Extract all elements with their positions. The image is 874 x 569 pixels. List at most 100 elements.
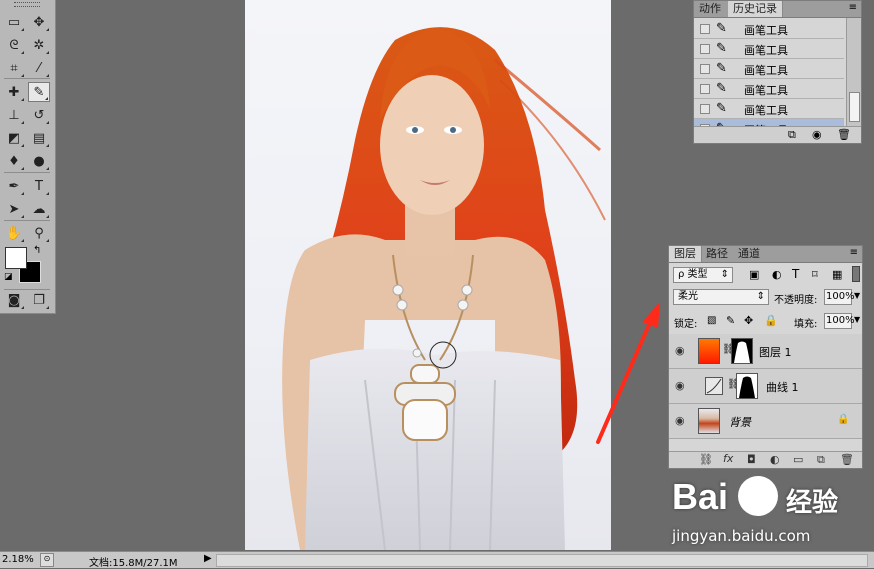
pixel-filter-icon[interactable]: ▣	[749, 268, 759, 281]
history-item-label: 画笔工具	[744, 44, 788, 57]
layer-mask-thumbnail[interactable]	[736, 373, 758, 399]
curves-adjustment-icon	[705, 377, 723, 395]
swap-colors-icon[interactable]: ↰	[33, 245, 41, 256]
shape-filter-icon[interactable]: ⌑	[812, 268, 818, 281]
tab-history[interactable]: 历史记录	[728, 1, 783, 17]
history-source-checkbox[interactable]	[700, 64, 710, 74]
blend-mode-select[interactable]: 柔光 ⇕	[673, 289, 769, 305]
panel-grip[interactable]	[14, 2, 40, 7]
tools-panel: ▭ ✥ ᘓ ✲ ⌗ ⁄ ✚ ✎ ⊥ ↺ ◩ ▤ ♦ ● ✒ T ➤ ☁ ✋ ⚲ …	[0, 0, 56, 314]
lasso-icon[interactable]: ᘓ	[3, 35, 25, 55]
gradient-icon[interactable]: ▤	[28, 128, 50, 148]
history-source-checkbox[interactable]	[700, 84, 710, 94]
scroll-thumb[interactable]	[849, 92, 860, 122]
history-item[interactable]: ✎ 画笔工具	[694, 19, 844, 39]
hand-icon[interactable]: ✋	[3, 223, 25, 243]
tab-layers[interactable]: 图层	[669, 246, 702, 262]
layer-name[interactable]: 图层 1	[759, 344, 792, 360]
chevron-down-icon: ⇕	[756, 291, 765, 302]
adjustment-layer-icon[interactable]: ◐	[770, 453, 780, 466]
quick-mask-icon[interactable]: ◙	[3, 290, 25, 310]
move-icon[interactable]: ✥	[28, 12, 50, 32]
crop-icon[interactable]: ⌗	[3, 58, 25, 78]
panel-menu-icon[interactable]: ≡	[850, 247, 858, 258]
type-icon[interactable]: T	[28, 176, 50, 196]
eyedropper-icon[interactable]: ⁄	[28, 58, 50, 78]
history-item[interactable]: ✎ 画笔工具	[694, 39, 844, 59]
fill-input[interactable]: 100%	[824, 313, 855, 329]
layer-row-layer1[interactable]: ◉ ⛓ 图层 1	[669, 334, 862, 369]
folder-icon[interactable]: ▭	[793, 453, 803, 466]
horizontal-scrollbar[interactable]	[216, 554, 868, 567]
history-item[interactable]: ✎ 画笔工具	[694, 99, 844, 119]
document-canvas[interactable]	[245, 0, 611, 550]
eye-icon[interactable]: ◉	[675, 344, 685, 357]
tab-channels[interactable]: 通道	[733, 246, 765, 262]
filter-toggle[interactable]	[852, 266, 860, 282]
foreground-color-swatch[interactable]	[5, 247, 27, 269]
add-mask-icon[interactable]: ◘	[747, 453, 756, 466]
pen-icon[interactable]: ✒	[3, 176, 25, 196]
tab-paths[interactable]: 路径	[701, 246, 733, 262]
snapshot-icon[interactable]: ◉	[812, 128, 822, 141]
paw-logo-icon	[738, 476, 778, 516]
history-item-label: 画笔工具	[744, 64, 788, 77]
smart-filter-icon[interactable]: ▦	[832, 268, 842, 281]
layer-name[interactable]: 曲线 1	[766, 379, 799, 395]
shape-icon[interactable]: ☁	[28, 199, 50, 219]
history-item-label: 画笔工具	[744, 104, 788, 117]
tab-actions[interactable]: 动作	[694, 1, 726, 17]
opacity-input[interactable]: 100%	[824, 289, 855, 305]
layer-mask-thumbnail[interactable]	[731, 338, 753, 364]
trash-icon[interactable]: 🗑	[837, 128, 851, 141]
default-colors-icon[interactable]: ◪	[4, 272, 13, 282]
history-source-checkbox[interactable]	[700, 104, 710, 114]
marquee-icon[interactable]: ▭	[3, 12, 25, 32]
fx-icon[interactable]: fx	[723, 452, 733, 465]
layer-row-curves1[interactable]: ◉ ⛓ 曲线 1	[669, 369, 862, 404]
panel-menu-icon[interactable]: ≡	[849, 2, 857, 13]
layer-name[interactable]: 背景	[729, 414, 751, 430]
history-scrollbar[interactable]	[846, 18, 861, 126]
healing-icon[interactable]: ✚	[3, 82, 25, 102]
eye-icon[interactable]: ◉	[675, 379, 685, 392]
type-filter-icon[interactable]: T	[792, 267, 799, 281]
new-layer-icon[interactable]: ⧉	[817, 453, 825, 467]
history-item[interactable]: ✎ 画笔工具	[694, 59, 844, 79]
blur-icon[interactable]: ♦	[3, 151, 25, 171]
layer-thumbnail	[698, 338, 720, 364]
history-brush-icon[interactable]: ↺	[28, 105, 50, 125]
lock-transparent-icon[interactable]: ▧	[707, 315, 716, 326]
layer-filter-select[interactable]: ρ 类型 ⇕	[673, 267, 733, 283]
chevron-down-icon[interactable]: ▼	[854, 315, 860, 324]
type-glyph: T	[35, 178, 43, 194]
eraser-icon[interactable]: ◩	[3, 128, 25, 148]
dodge-icon[interactable]: ●	[28, 151, 50, 171]
history-source-checkbox[interactable]	[700, 24, 710, 34]
history-item[interactable]: ✎ 画笔工具	[694, 79, 844, 99]
eye-icon[interactable]: ◉	[675, 414, 685, 427]
history-source-checkbox[interactable]	[700, 44, 710, 54]
lock-position-icon[interactable]: ✥	[744, 314, 753, 327]
watermark-brand: Bai	[672, 476, 729, 517]
adjust-filter-icon[interactable]: ◐	[772, 268, 782, 281]
zoom-level[interactable]: 2.18%	[2, 554, 34, 565]
brush-icon[interactable]: ✎	[28, 82, 50, 102]
new-document-icon[interactable]: ⧉	[788, 128, 796, 142]
screen-mode-icon[interactable]: ❐	[28, 290, 50, 310]
layer-row-background[interactable]: ◉ 背景 🔒	[669, 404, 862, 439]
history-item-label: 画笔工具	[744, 24, 788, 37]
lock-paint-icon[interactable]: ✎	[726, 314, 735, 327]
chevron-down-icon[interactable]: ▼	[854, 291, 860, 300]
magic-wand-icon[interactable]: ✲	[28, 35, 50, 55]
watermark-brand2: 经验	[786, 488, 839, 518]
stamp-icon[interactable]: ⊥	[3, 105, 25, 125]
status-options-icon[interactable]: ⊙	[40, 553, 54, 567]
layer-thumbnail	[698, 408, 720, 434]
status-menu-arrow-icon[interactable]: ▶	[204, 553, 212, 564]
link-layers-icon[interactable]: ⛓	[699, 453, 713, 466]
zoom-icon[interactable]: ⚲	[28, 223, 50, 243]
trash-icon[interactable]: 🗑	[840, 453, 854, 466]
path-select-icon[interactable]: ➤	[3, 199, 25, 219]
lock-all-icon[interactable]: 🔒	[764, 314, 778, 327]
